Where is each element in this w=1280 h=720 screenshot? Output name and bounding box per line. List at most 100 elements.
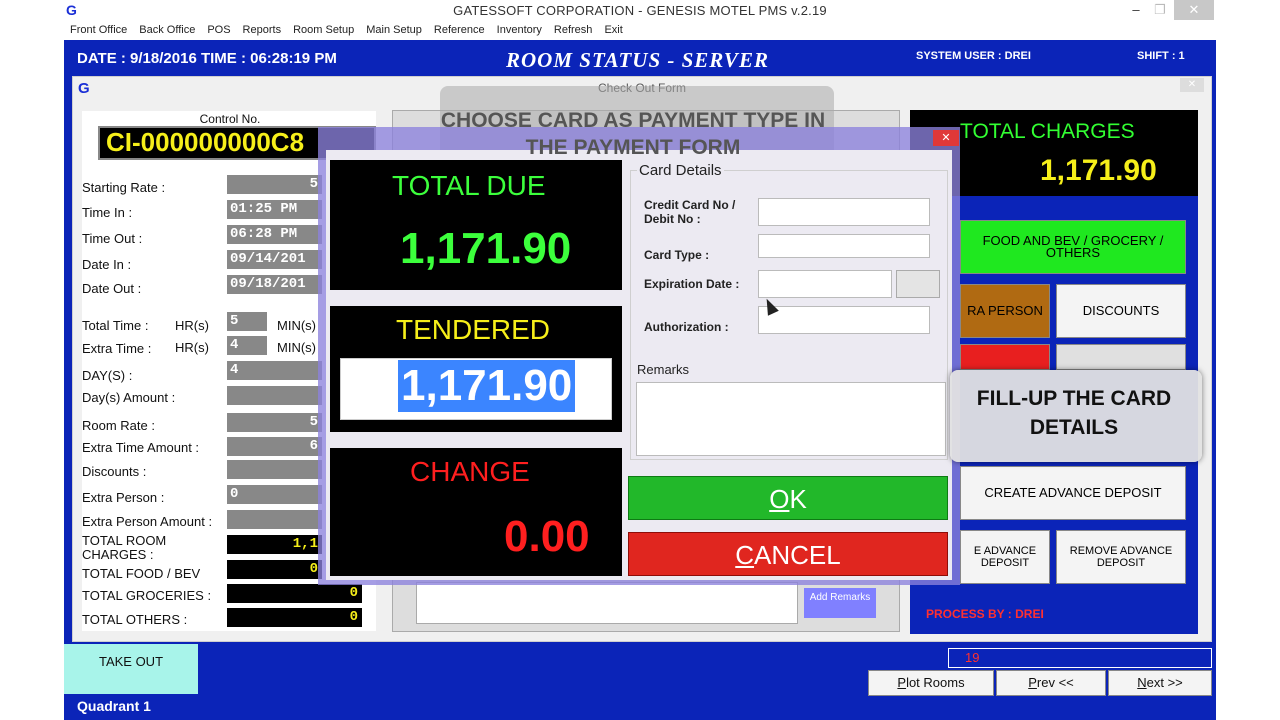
next-button[interactable]: Next >> (1108, 670, 1212, 696)
date-out-value: 09/18/201 (227, 275, 322, 294)
checkout-remarks-textarea[interactable] (416, 582, 798, 624)
total-time-hr-label: HR(s) (175, 318, 209, 333)
total-charges-value: 1,171.90 (1040, 154, 1157, 187)
next-mnemonic: N (1137, 675, 1147, 690)
plot-rooms-button[interactable]: Plot Rooms (868, 670, 994, 696)
expiration-date-label: Expiration Date : (644, 277, 740, 291)
card-type-label: Card Type : (644, 248, 710, 262)
payment-dialog-close-button[interactable]: ✕ (933, 130, 959, 146)
card-remarks-label: Remarks (637, 362, 690, 377)
ok-mnemonic: O (769, 484, 790, 514)
change-value: 0.00 (504, 512, 590, 561)
room-rate-label: Room Rate : (82, 418, 155, 433)
ok-button[interactable]: OK (628, 476, 948, 520)
plot-rooms-mnemonic: P (897, 675, 907, 690)
total-groceries-value: 0 (227, 584, 362, 603)
menu-exit[interactable]: Exit (598, 21, 628, 39)
food-bev-grocery-others-button[interactable]: FOOD AND BEV / GROCERY / OTHERS (960, 220, 1186, 274)
days-value: 4 (227, 361, 322, 380)
checkout-logo-icon: G (78, 80, 90, 97)
menu-back-office[interactable]: Back Office (133, 21, 201, 39)
room-rate-value: 5 (227, 413, 322, 432)
credit-card-no-label: Credit Card No / (644, 198, 736, 212)
prev-label: rev << (1036, 675, 1074, 690)
ok-label: K (789, 484, 807, 514)
extra-person-button[interactable]: RA PERSON (960, 284, 1050, 338)
authorization-input[interactable] (758, 306, 930, 334)
expiration-date-picker-button[interactable] (896, 270, 940, 298)
plot-rooms-label: lot Rooms (906, 675, 965, 690)
menu-refresh[interactable]: Refresh (548, 21, 599, 39)
card-type-select[interactable] (758, 234, 930, 258)
menu-inventory[interactable]: Inventory (491, 21, 548, 39)
discounts-button[interactable]: DISCOUNTS (1056, 284, 1186, 338)
credit-card-no-input[interactable] (758, 198, 930, 226)
menu-main-setup[interactable]: Main Setup (360, 21, 428, 39)
remove-advance-deposit-button[interactable]: REMOVE ADVANCE DEPOSIT (1056, 530, 1186, 584)
date-time-label: DATE : 9/18/2016 TIME : 06:28:19 PM (77, 50, 337, 67)
time-in-label: Time In : (82, 205, 133, 220)
total-time-min-label: MIN(s) (277, 318, 316, 333)
process-by-label: PROCESS BY : DREI (926, 607, 1044, 621)
debit-no-label: Debit No : (644, 212, 701, 226)
extra-person-label: Extra Person : (82, 490, 165, 505)
total-food-bev-value: 0 (227, 560, 322, 579)
menu-pos[interactable]: POS (201, 21, 236, 39)
close-window-button[interactable]: ✕ (1174, 0, 1214, 20)
restore-button[interactable]: ❐ (1146, 0, 1174, 20)
screen-title: ROOM STATUS - SERVER (506, 48, 769, 72)
add-remarks-button[interactable]: Add Remarks (804, 588, 876, 618)
take-out-button[interactable]: TAKE OUT (64, 644, 198, 694)
prev-button[interactable]: Prev << (996, 670, 1106, 696)
prev-mnemonic: P (1028, 675, 1037, 690)
menu-reports[interactable]: Reports (237, 21, 288, 39)
tutorial-callout-top-text: CHOOSE CARD AS PAYMENT TYPE IN THE PAYME… (440, 109, 826, 159)
total-time-hr-value: 5 (227, 312, 267, 331)
total-due-value: 1,171.90 (400, 224, 572, 273)
extra-time-hr-label: HR(s) (175, 340, 209, 355)
checkout-close-button[interactable]: ✕ (1180, 78, 1204, 92)
total-others-label: TOTAL OTHERS : (82, 612, 188, 627)
total-room-charges-label: TOTAL ROOM CHARGES : (82, 533, 167, 562)
expiration-date-input[interactable] (758, 270, 892, 298)
menu-front-office[interactable]: Front Office (64, 21, 133, 39)
total-room-charges-value: 1,1 (227, 535, 322, 554)
extra-time-hr-value: 4 (227, 336, 267, 355)
control-no-label: Control No. (199, 112, 261, 126)
grey-action-button[interactable] (1056, 344, 1186, 370)
time-in-value: 01:25 PM (227, 200, 322, 219)
menu-bar: Front Office Back Office POS Reports Roo… (64, 21, 629, 39)
cancel-label: ANCEL (754, 540, 841, 570)
red-action-button[interactable] (960, 344, 1050, 370)
time-out-value: 06:28 PM (227, 225, 322, 244)
system-user-label: SYSTEM USER : DREI (916, 50, 1031, 62)
menu-room-setup[interactable]: Room Setup (287, 21, 360, 39)
starting-rate-value: 5 (227, 175, 322, 194)
menu-reference[interactable]: Reference (428, 21, 491, 39)
discounts-label: Discounts : (82, 464, 147, 479)
use-advance-deposit-button[interactable]: E ADVANCE DEPOSIT (960, 530, 1050, 584)
cancel-mnemonic: C (735, 540, 755, 570)
total-charges-label: TOTAL CHARGES (960, 120, 1135, 143)
extra-time-label: Extra Time : (82, 341, 152, 356)
extra-time-min-label: MIN(s) (277, 340, 316, 355)
change-label: CHANGE (410, 456, 530, 487)
next-label: ext >> (1146, 675, 1183, 690)
cancel-button[interactable]: CANCEL (628, 532, 948, 576)
shift-label: SHIFT : 1 (1137, 50, 1185, 62)
tendered-value[interactable]: 1,171.90 (398, 360, 576, 412)
card-remarks-textarea[interactable] (636, 382, 946, 456)
total-others-value: 0 (227, 608, 362, 627)
tutorial-callout-right-text: FILL-UP THE CARD DETAILS (976, 387, 1172, 439)
time-out-label: Time Out : (82, 231, 143, 246)
card-details-title: Card Details (637, 162, 724, 179)
total-food-bev-label: TOTAL FOOD / BEV (82, 566, 201, 581)
extra-time-amount-label: Extra Time Amount : (82, 440, 200, 455)
total-due-label: TOTAL DUE (392, 170, 546, 201)
date-in-value: 09/14/201 (227, 250, 322, 269)
discounts-value (227, 460, 322, 479)
create-advance-deposit-button[interactable]: CREATE ADVANCE DEPOSIT (960, 466, 1186, 520)
extra-person-value: 0 (227, 485, 322, 504)
extra-time-amount-value: 6 (227, 437, 322, 456)
extra-person-amount-label: Extra Person Amount : (82, 514, 213, 529)
